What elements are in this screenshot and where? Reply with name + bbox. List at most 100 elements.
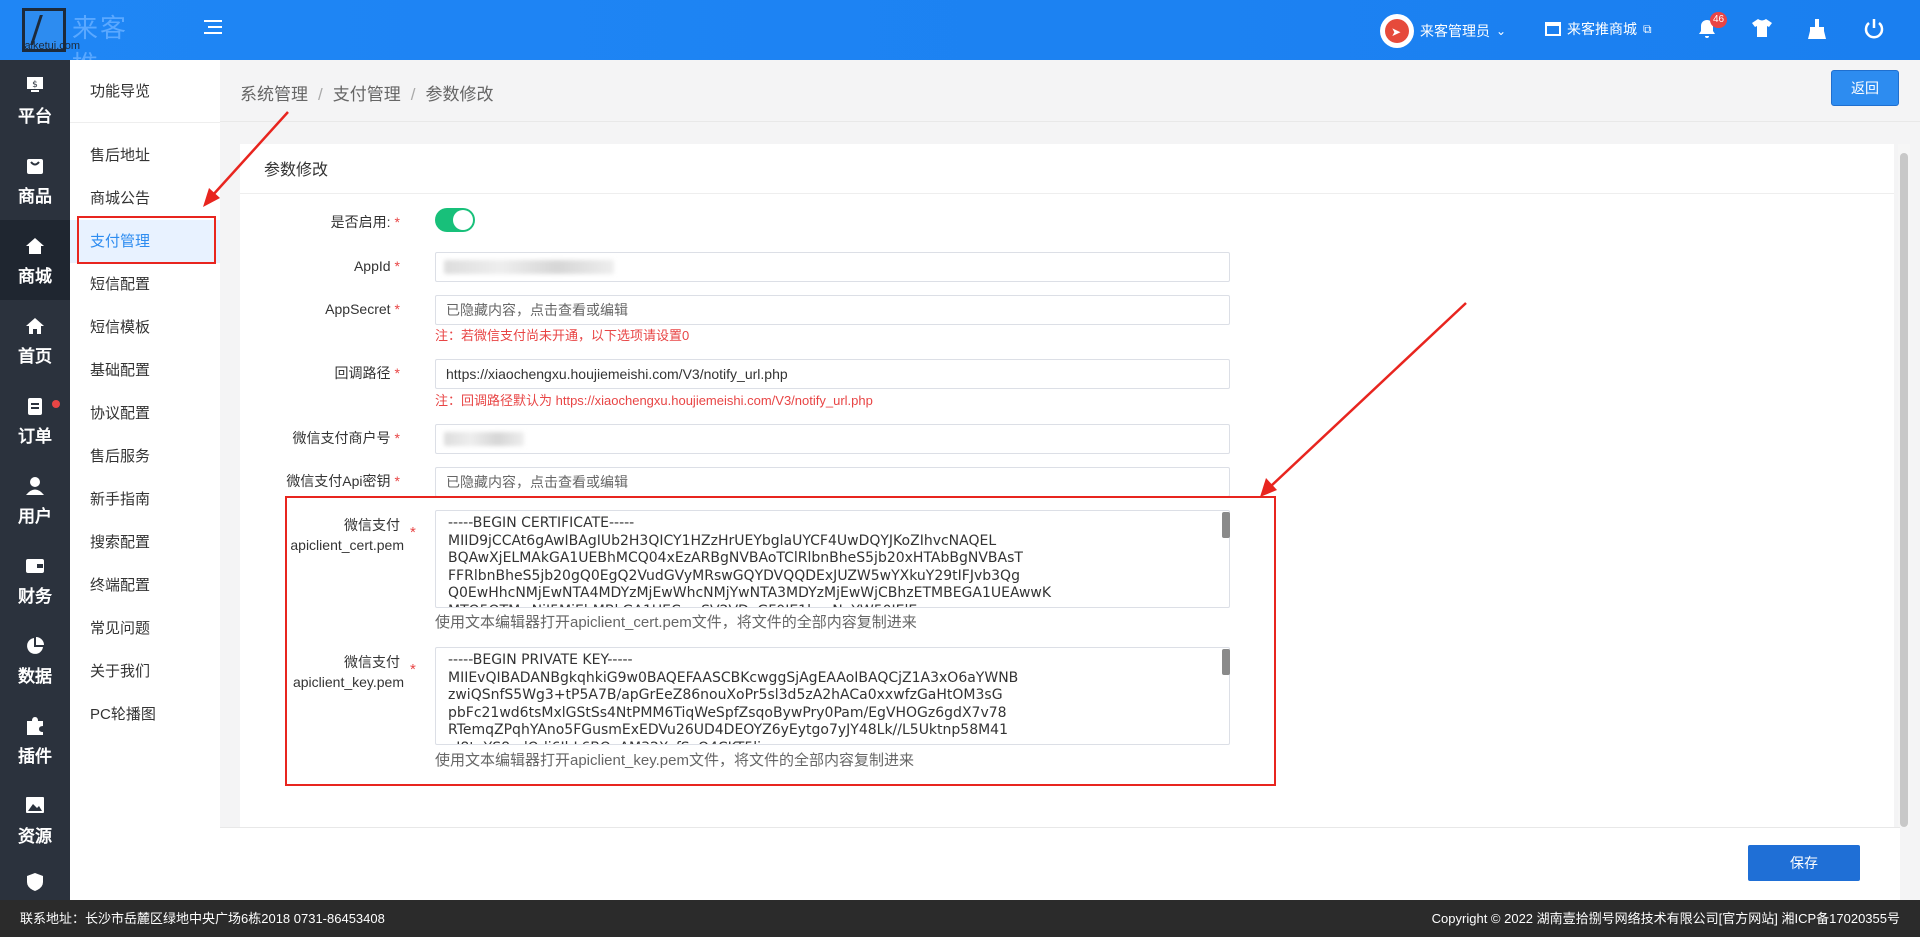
breadcrumb-item[interactable]: 支付管理	[333, 85, 401, 104]
merchant-id-input[interactable]	[435, 424, 1230, 454]
breadcrumb: 系统管理 / 支付管理 / 参数修改	[240, 85, 494, 104]
sidebar-item-platform[interactable]: $ 平台	[0, 60, 70, 140]
sidebar-label: 资源	[18, 827, 52, 846]
admin-name: 来客管理员	[1420, 23, 1490, 39]
page-scrollbar[interactable]	[1900, 153, 1908, 827]
callback-url-input[interactable]: https://xiaochengxu.houjiemeishi.com/V3/…	[435, 359, 1230, 389]
footer-copyright[interactable]: Copyright © 2022 湖南壹拾捌号网络技术有限公司[官方网站] 湘I…	[1432, 900, 1900, 937]
sidebar-label: 商品	[18, 187, 52, 206]
puzzle-icon	[24, 716, 46, 738]
save-bar	[220, 827, 1900, 900]
user-icon	[24, 476, 46, 498]
platform-icon: $	[24, 76, 46, 98]
sidebar-item-resource[interactable]: 资源	[0, 780, 70, 860]
submenu-divider	[70, 122, 220, 123]
footer: 联系地址：长沙市岳麓区绿地中央广场6栋2018 0731-86453408 Co…	[0, 900, 1920, 937]
appid-input[interactable]	[435, 252, 1230, 282]
merchant-id-label: 微信支付商户号 *	[292, 430, 400, 446]
submenu-item-faq[interactable]: 常见问题	[70, 607, 220, 650]
breadcrumb-item[interactable]: 系统管理	[240, 85, 308, 104]
submenu-item-after-sale-address[interactable]: 售后地址	[70, 134, 220, 177]
callback-note: 注：回调路径默认为 https://xiaochengxu.houjiemeis…	[435, 393, 873, 408]
logo-subtitle: laiketui.com	[22, 40, 81, 52]
sidebar-item-order[interactable]: 订单	[0, 380, 70, 460]
sidebar-label: 数据	[18, 667, 52, 686]
top-bar: 来客推 laiketui.com ➤ 来客管理员 ⌄ 来客推商城 ⧉ 46	[0, 0, 1920, 81]
sidebar-item-plugin[interactable]: 插件	[0, 700, 70, 780]
sidebar-item-finance[interactable]: 财务	[0, 540, 70, 620]
sub-menu: 功能导览 售后地址 商城公告 支付管理 短信配置 短信模板 基础配置 协议配置 …	[70, 60, 220, 900]
submenu-item-basic-config[interactable]: 基础配置	[70, 349, 220, 392]
submenu-item-pc-carousel[interactable]: PC轮播图	[70, 693, 220, 736]
image-icon	[24, 796, 46, 818]
redacted-value	[444, 432, 524, 446]
submenu-item-announcement[interactable]: 商城公告	[70, 177, 220, 220]
enabled-toggle[interactable]	[435, 208, 475, 232]
sidebar-item-home[interactable]: 首页	[0, 300, 70, 380]
admin-menu[interactable]: ➤ 来客管理员 ⌄	[1380, 14, 1506, 48]
sidebar-label: 插件	[18, 747, 52, 766]
notification-badge: 46	[1710, 12, 1728, 28]
main-sidebar: $ 平台 商品 商城 首页 订单 用户 财务 数据 插件 资源	[0, 60, 70, 900]
logo[interactable]: 来客推 laiketui.com	[22, 8, 152, 81]
sidebar-label: 首页	[18, 347, 52, 366]
shirt-icon[interactable]	[1750, 18, 1774, 42]
submenu-item-terminal-config[interactable]: 终端配置	[70, 564, 220, 607]
clean-icon[interactable]	[1805, 18, 1829, 42]
shield-icon	[24, 872, 46, 894]
card-title: 参数修改	[264, 162, 329, 179]
api-key-label: 微信支付Api密钥 *	[286, 473, 400, 489]
submenu-item-overview[interactable]: 功能导览	[70, 70, 220, 113]
external-link-icon: ⧉	[1643, 21, 1652, 36]
sidebar-label: 财务	[18, 587, 52, 606]
appsecret-input[interactable]: 已隐藏内容，点击查看或编辑	[435, 295, 1230, 325]
callback-label: 回调路径 *	[334, 365, 400, 381]
store-icon	[1545, 22, 1561, 36]
sidebar-label: 订单	[18, 427, 52, 446]
submenu-item-agreement[interactable]: 协议配置	[70, 392, 220, 435]
submenu-item-sms-config[interactable]: 短信配置	[70, 263, 220, 306]
footer-address: 联系地址：长沙市岳麓区绿地中央广场6栋2018 0731-86453408	[20, 911, 385, 926]
svg-text:$: $	[32, 80, 38, 90]
power-icon[interactable]	[1862, 18, 1886, 42]
redacted-value	[444, 260, 614, 274]
submenu-item-after-sale-service[interactable]: 售后服务	[70, 435, 220, 478]
avatar: ➤	[1380, 14, 1414, 48]
home-icon	[24, 316, 46, 338]
shop-link[interactable]: 来客推商城 ⧉	[1545, 19, 1652, 39]
menu-toggle-icon[interactable]	[200, 20, 222, 40]
wallet-icon	[24, 556, 46, 578]
api-key-input[interactable]: 已隐藏内容，点击查看或编辑	[435, 467, 1230, 497]
save-button[interactable]: 保存	[1748, 845, 1860, 881]
pie-chart-icon	[24, 636, 46, 658]
appsecret-note: 注：若微信支付尚未开通，以下选项请设置0	[435, 328, 690, 343]
telegram-icon: ➤	[1391, 25, 1402, 39]
mall-icon	[24, 236, 46, 258]
submenu-item-sms-template[interactable]: 短信模板	[70, 306, 220, 349]
sidebar-item-more[interactable]	[0, 860, 70, 900]
sidebar-label: 商城	[18, 267, 52, 286]
order-alert-dot	[52, 400, 60, 408]
breadcrumb-current: 参数修改	[425, 85, 494, 104]
shop-link-label: 来客推商城	[1567, 21, 1637, 37]
sidebar-item-product[interactable]: 商品	[0, 140, 70, 220]
sidebar-label: 平台	[18, 107, 52, 126]
appid-label: AppId *	[353, 258, 400, 274]
appsecret-label: AppSecret *	[325, 301, 400, 317]
submenu-item-guide[interactable]: 新手指南	[70, 478, 220, 521]
annotation-box-certificates	[285, 496, 1276, 786]
order-icon	[24, 396, 46, 418]
sidebar-item-mall[interactable]: 商城	[0, 220, 70, 300]
submenu-item-about[interactable]: 关于我们	[70, 650, 220, 693]
product-icon	[24, 156, 46, 178]
card-divider	[240, 193, 1894, 194]
sidebar-item-data[interactable]: 数据	[0, 620, 70, 700]
sidebar-label: 用户	[18, 507, 52, 526]
enabled-label: 是否启用: *	[330, 214, 400, 230]
submenu-item-search-config[interactable]: 搜索配置	[70, 521, 220, 564]
sidebar-item-user[interactable]: 用户	[0, 460, 70, 540]
chevron-down-icon: ⌄	[1496, 24, 1507, 38]
back-button[interactable]: 返回	[1831, 70, 1899, 106]
annotation-box-payment	[77, 216, 216, 264]
breadcrumb-bar: 系统管理 / 支付管理 / 参数修改	[220, 60, 1920, 122]
